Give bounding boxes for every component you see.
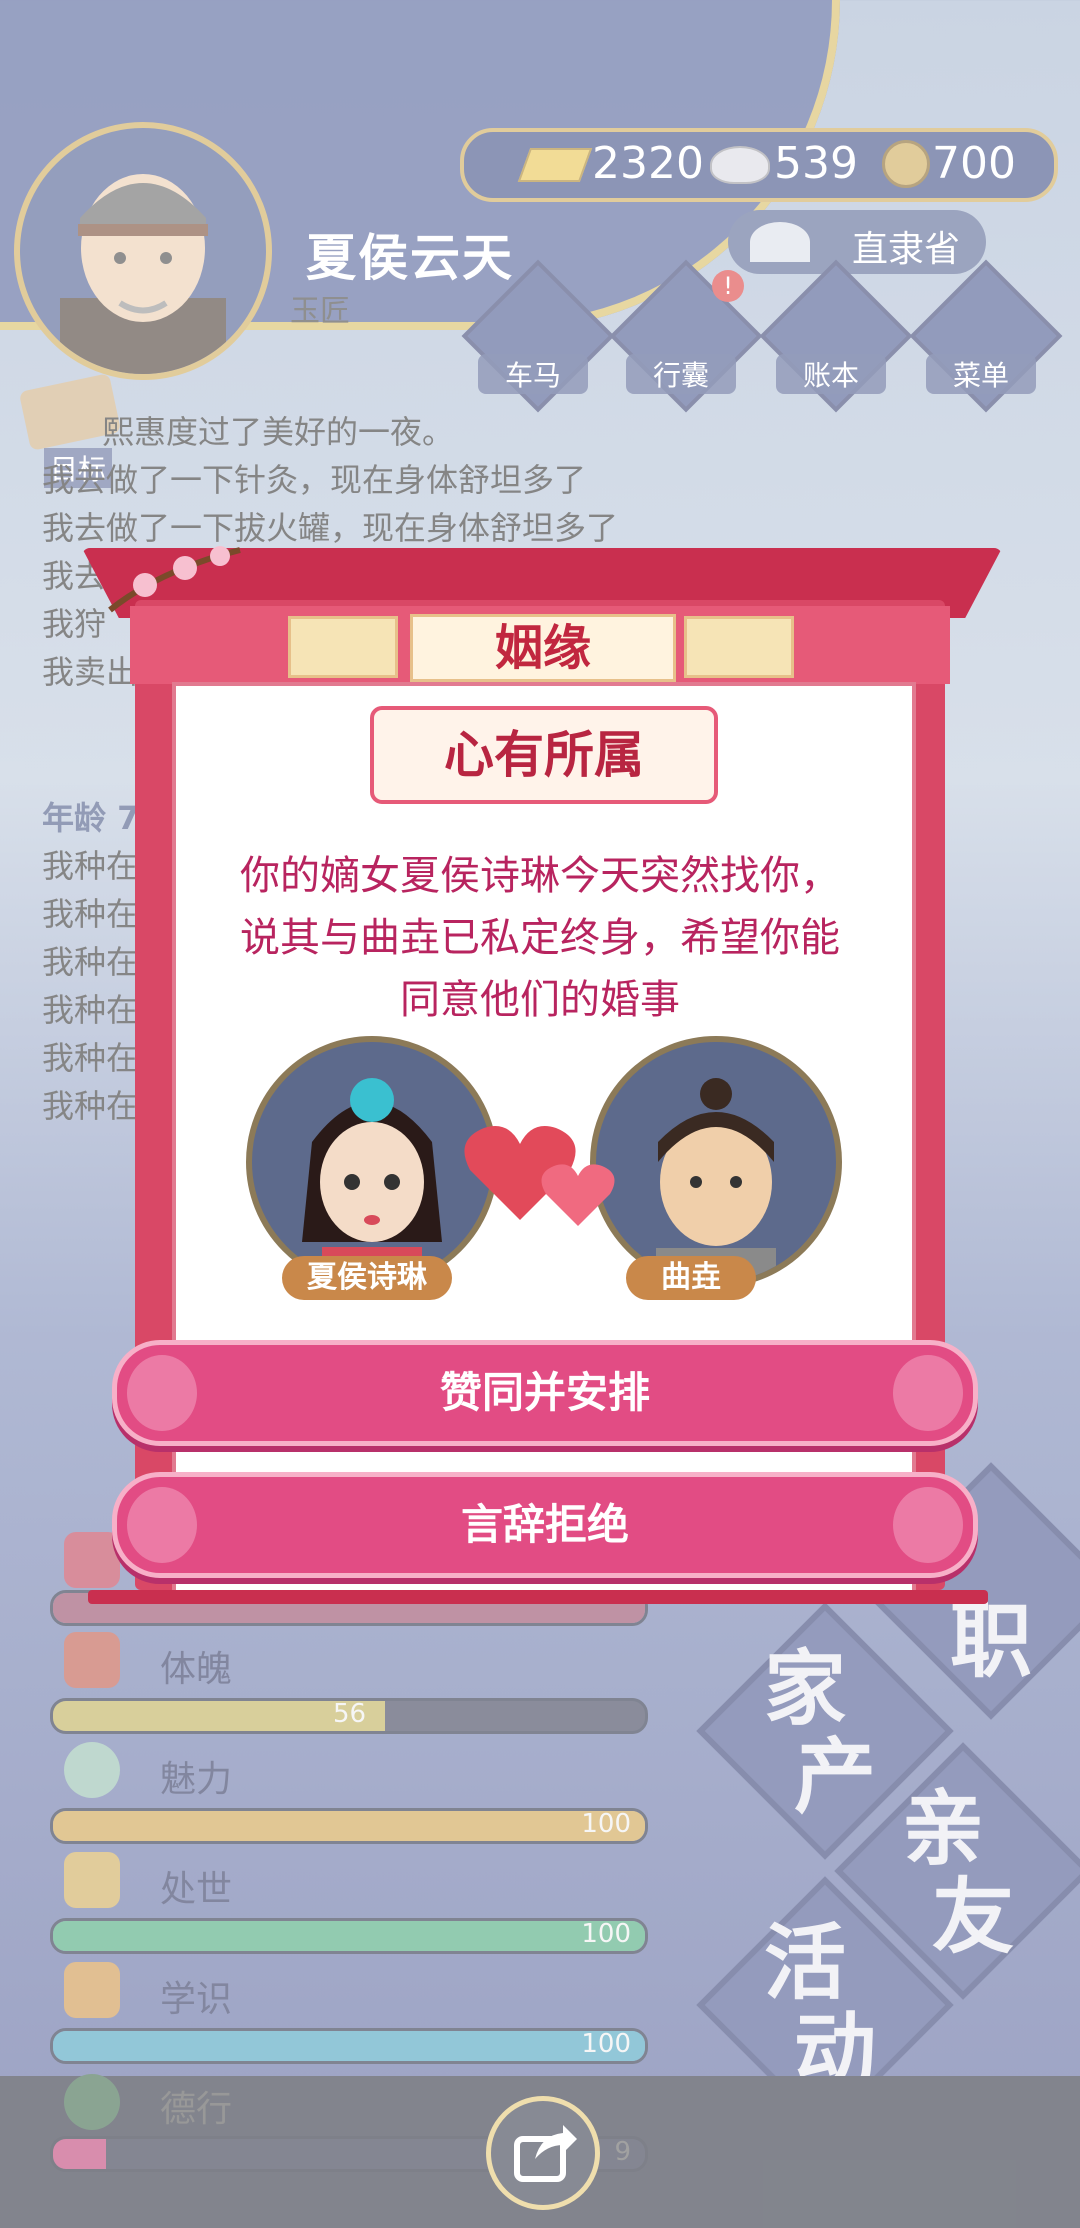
header-lattice-right xyxy=(684,616,794,678)
heart-icon xyxy=(460,1110,630,1230)
dialog-message: 你的嫡女夏侯诗琳今天突然找你， 说其与曲垚已私定终身，希望你能 同意他们的婚事 xyxy=(190,845,890,1031)
dialog-title: 姻缘 xyxy=(410,614,676,682)
suitor-avatar-icon xyxy=(656,1078,776,1282)
approve-button[interactable]: 赞同并安排 xyxy=(112,1340,978,1446)
header-lattice-left xyxy=(288,616,398,678)
message-line: 说其与曲垚已私定终身，希望你能 xyxy=(240,915,840,961)
message-line: 你的嫡女夏侯诗琳今天突然找你， xyxy=(240,853,840,899)
dialog-subtitle: 心有所属 xyxy=(370,706,718,804)
reject-button[interactable]: 言辞拒绝 xyxy=(112,1472,978,1578)
suitor-name-tag: 曲垚 xyxy=(626,1256,756,1300)
plum-blossom-icon xyxy=(100,530,250,620)
daughter-name-tag: 夏侯诗琳 xyxy=(282,1256,452,1300)
daughter-avatar-icon xyxy=(302,1078,442,1282)
modal-base xyxy=(88,1590,988,1604)
message-line: 同意他们的婚事 xyxy=(400,977,680,1023)
